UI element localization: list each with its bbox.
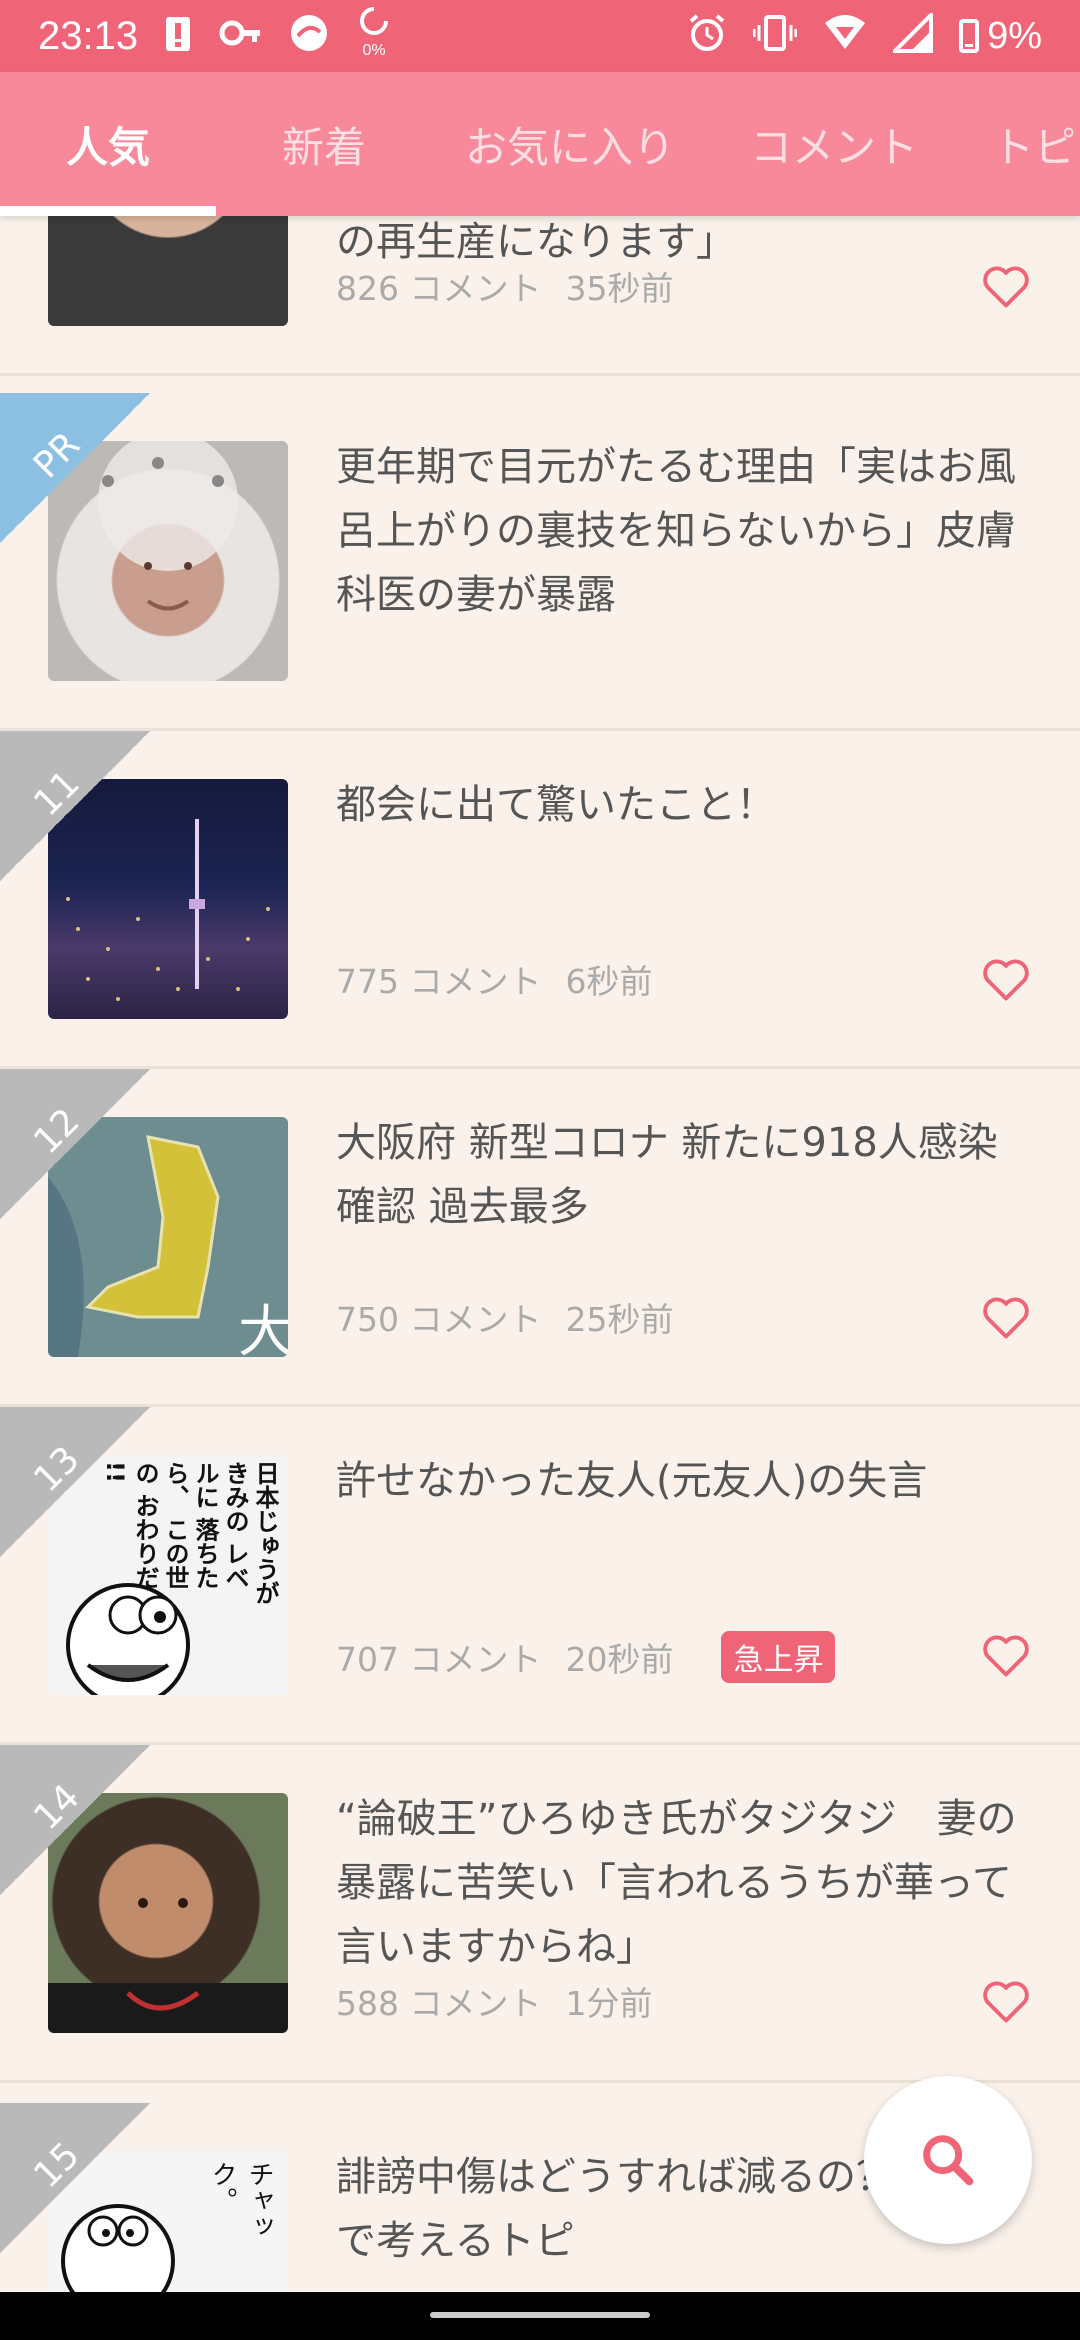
battery-icon: 9% (959, 15, 1042, 58)
tab-topics[interactable]: トピ (960, 72, 1080, 216)
list-item-pr[interactable]: 更年期で目元がたるむ理由「実はお風呂上がりの裏技を知らないから」皮膚科医の妻が暴… (0, 393, 1080, 731)
post-time: 25秒前 (565, 1300, 674, 1339)
tab-bar: 人気 新着 お気に入り コメント トピ (0, 72, 1080, 216)
search-icon (923, 2135, 974, 2186)
tab-favorites[interactable]: お気に入り (432, 72, 708, 216)
heart-icon[interactable] (980, 1629, 1032, 1681)
tab-popular[interactable]: 人気 (0, 72, 216, 216)
comment-count: 775 コメント (336, 962, 542, 1001)
comment-count: 707 コメント (336, 1640, 542, 1679)
search-button[interactable] (864, 2076, 1032, 2244)
battery-alert-icon (164, 13, 192, 59)
battery-body (959, 19, 980, 53)
heart-icon[interactable] (980, 1291, 1032, 1343)
alarm-icon (687, 13, 727, 59)
list-item[interactable]: 日本じゅうが きみの レベルに 落ちたら、 この世の おわりだ !! 許せなかっ… (0, 1407, 1080, 1745)
post-time: 1分前 (565, 1984, 653, 2023)
navigation-bar (0, 2292, 1080, 2340)
topic-meta: 826 コメント 35秒前 (336, 262, 673, 310)
topic-list: の再生産になります」 826 コメント 35秒前 更年期で目元がたるむ理由「実は… (0, 216, 1080, 2292)
post-time: 6秒前 (565, 962, 653, 1001)
wifi-icon (823, 13, 867, 59)
list-item[interactable]: の再生産になります」 826 コメント 35秒前 (0, 216, 1080, 376)
heart-icon[interactable] (980, 260, 1032, 312)
status-time: 23:13 (38, 13, 139, 58)
vibrate-icon (752, 13, 798, 59)
signal-icon (890, 10, 934, 59)
heart-icon[interactable] (980, 1975, 1032, 2027)
data-saver-icon: 0% (356, 5, 392, 67)
post-time: 20秒前 (565, 1640, 674, 1679)
home-handle[interactable] (430, 2312, 650, 2318)
status-bar-right: 9% (687, 10, 1042, 59)
heart-icon[interactable] (980, 953, 1032, 1005)
topic-title: 更年期で目元がたるむ理由「実はお風呂上がりの裏技を知らないから」皮膚科医の妻が暴… (336, 444, 1016, 618)
tab-comments[interactable]: コメント (708, 72, 960, 216)
topic-meta: 750 コメント 25秒前 (336, 1293, 673, 1341)
comment-count: 588 コメント (336, 1984, 542, 2023)
data-saver-label: 0% (363, 42, 386, 59)
topic-title: “論破王”ひろゆき氏がタジタジ 妻の暴露に苦笑い「言われるうちが華って言いますか… (336, 1796, 1017, 1970)
tab-new[interactable]: 新着 (216, 72, 432, 216)
list-item[interactable]: “論破王”ひろゆき氏がタジタジ 妻の暴露に苦笑い「言われるうちが華って言いますか… (0, 1745, 1080, 2083)
tab-indicator (0, 206, 216, 216)
list-item[interactable]: 大 大阪府 新型コロナ 新たに918人感染確認 過去最多 750 コメント 25… (0, 1069, 1080, 1407)
trending-badge: 急上昇 (721, 1631, 836, 1683)
topic-meta: 588 コメント 1分前 (336, 1977, 652, 2025)
status-bar-left: 23:13 0% (38, 5, 392, 67)
post-time: 35秒前 (565, 269, 674, 308)
comment-count: 750 コメント (336, 1300, 542, 1339)
topic-title: 許せなかった友人(元友人)の失言 (336, 1458, 928, 1504)
battery-percent: 9% (987, 14, 1042, 57)
app-icon (288, 12, 330, 60)
topic-thumbnail (48, 216, 288, 326)
map-label: 大 (238, 1287, 288, 1357)
list-item[interactable]: 都会に出て驚いたこと！ 775 コメント 6秒前 11 (0, 731, 1080, 1069)
topic-meta: 775 コメント 6秒前 (336, 955, 652, 1003)
key-icon (218, 13, 262, 59)
status-bar: 23:13 0% 9% (0, 0, 1080, 72)
topic-title: 都会に出て驚いたこと！ (336, 782, 776, 828)
comment-count: 826 コメント (336, 269, 542, 308)
topic-title: 大阪府 新型コロナ 新たに918人感染確認 過去最多 (336, 1120, 998, 1230)
topic-meta: 707 コメント 20秒前 急上昇 (336, 1631, 836, 1683)
